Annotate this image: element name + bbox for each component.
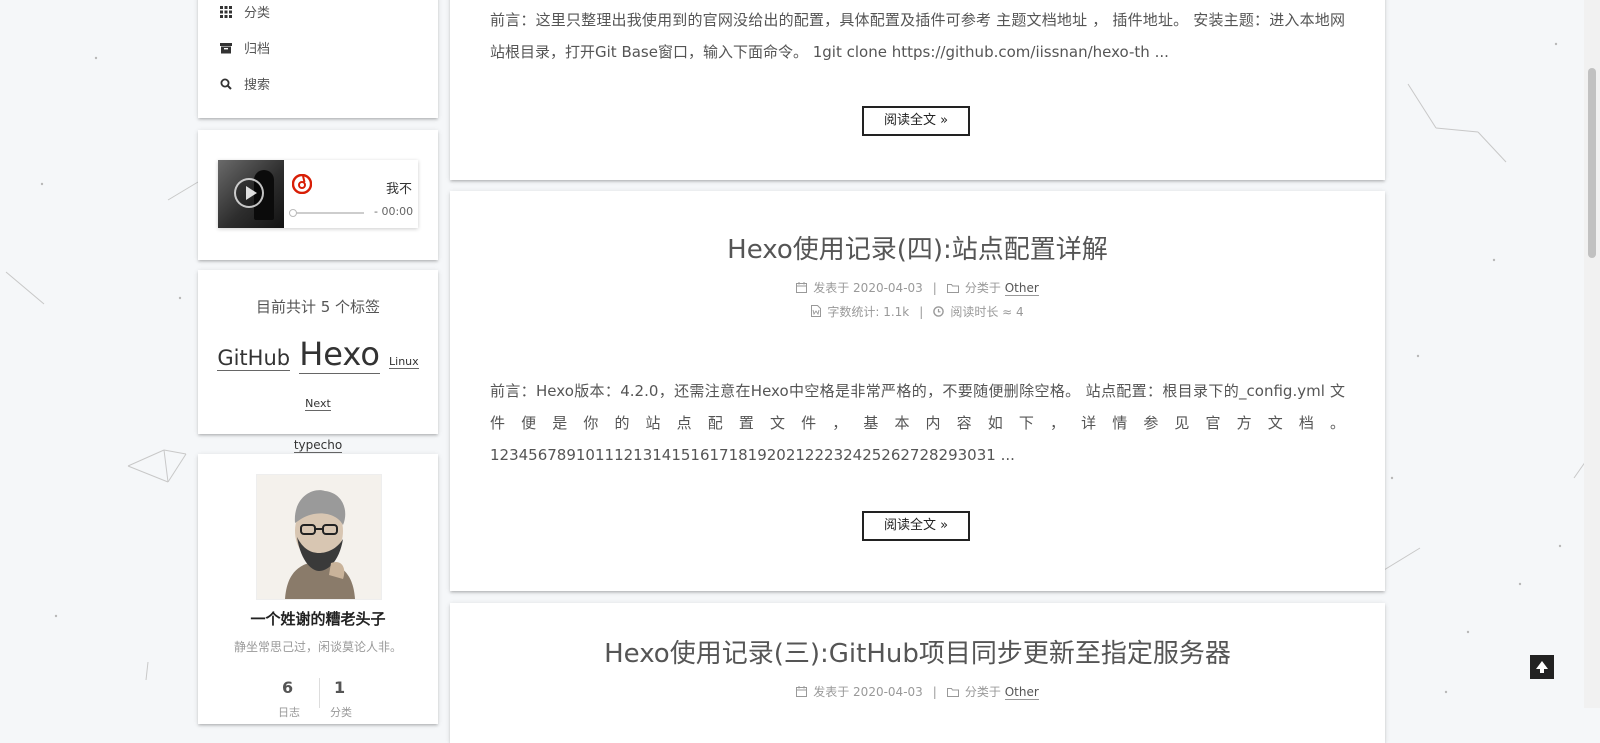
tag-typecho[interactable]: typecho xyxy=(293,438,343,453)
post-category-prefix: 分类于 xyxy=(964,685,1001,699)
post-excerpt: 前言：这里只整理出我使用到的官网没给出的配置，具体配置及插件可参考 主题文档地址… xyxy=(490,11,1345,61)
post-category-link[interactable]: Other xyxy=(1004,685,1039,700)
tag-next[interactable]: Next xyxy=(305,397,331,411)
progress-bar[interactable] xyxy=(289,209,364,217)
sidebar-item-archives[interactable]: 归档 xyxy=(220,38,270,57)
post-category-prefix: 分类于 xyxy=(964,281,1001,295)
clock-icon xyxy=(933,306,945,317)
post-meta: 发表于 2020-04-03 | 分类于 Other xyxy=(450,279,1385,296)
post-title[interactable]: Hexo使用记录(四):站点配置详解 xyxy=(450,229,1385,266)
post-date: 发表于 2020-04-03 xyxy=(813,685,923,699)
post-card: 前言：这里只整理出我使用到的官网没给出的配置，具体配置及插件可参考 主题文档地址… xyxy=(450,0,1385,180)
album-cover xyxy=(218,160,284,228)
music-player-widget: 我不 - 00:00 xyxy=(198,130,438,260)
sidebar-item-label: 搜索 xyxy=(244,78,271,93)
post-category-link[interactable]: Other xyxy=(1004,281,1039,296)
progress-knob[interactable] xyxy=(289,209,297,217)
categories-count[interactable]: 1 xyxy=(334,678,345,697)
search-icon xyxy=(220,78,232,90)
sidebar-item-label: 归档 xyxy=(244,42,271,57)
avatar xyxy=(256,474,382,600)
netease-music-logo xyxy=(292,174,312,194)
folder-icon xyxy=(946,688,959,697)
music-player: 我不 - 00:00 xyxy=(218,160,418,228)
tag-linux[interactable]: Linux xyxy=(389,355,419,369)
archive-icon xyxy=(220,42,232,53)
post-excerpt: 前言：Hexo版本：4.2.0，还需注意在Hexo中空格是非常严格的，不要随便删… xyxy=(490,382,1345,464)
posts-count[interactable]: 6 xyxy=(282,678,293,697)
read-more-button[interactable]: 阅读全文 » xyxy=(862,106,970,136)
author-motto: 静坐常思己过，闲谈莫论人非。 xyxy=(233,640,402,654)
tag-hexo[interactable]: Hexo xyxy=(299,335,380,374)
tag-github[interactable]: GitHub xyxy=(217,346,291,371)
post-word-count: 字数统计: 1.1k xyxy=(827,305,910,319)
folder-icon xyxy=(946,284,959,293)
tag-count: 目前共计 5 个标签 xyxy=(255,298,381,316)
post-title[interactable]: Hexo使用记录(三):GitHub项目同步更新至指定服务器 xyxy=(450,633,1385,670)
tag-cloud: GitHub Hexo Linux Next typecho xyxy=(206,334,430,465)
post-card: Hexo使用记录(三):GitHub项目同步更新至指定服务器 发表于 2020-… xyxy=(450,603,1385,743)
sidebar-item-categories[interactable]: 分类 xyxy=(220,2,270,21)
sidebar-menu: 分类 归档 搜索 xyxy=(198,0,438,118)
playback-time: - 00:00 xyxy=(374,205,414,218)
author-widget: 一个姓谢的糟老头子 静坐常思己过，闲谈莫论人非。 6 1 日志 分类 xyxy=(198,454,438,724)
post-card: Hexo使用记录(四):站点配置详解 发表于 2020-04-03 | 分类于 Ot… xyxy=(450,191,1385,591)
calendar-icon xyxy=(796,282,808,293)
back-to-top-button[interactable] xyxy=(1530,655,1554,679)
file-word-icon xyxy=(811,305,822,317)
calendar-icon xyxy=(796,686,808,697)
song-title: 我不 xyxy=(386,182,413,197)
stat-divider xyxy=(319,678,320,708)
scrollbar-thumb[interactable] xyxy=(1588,68,1596,258)
posts-label: 日志 xyxy=(278,706,300,719)
post-reading-time: 阅读时长 ≈ 4 xyxy=(950,305,1024,319)
post-date: 发表于 2020-04-03 xyxy=(813,281,923,295)
sidebar-item-label: 分类 xyxy=(244,6,271,21)
tag-cloud-widget: 目前共计 5 个标签 GitHub Hexo Linux Next typech… xyxy=(198,270,438,453)
post-meta: 发表于 2020-04-03 | 分类于 Other xyxy=(450,683,1385,700)
sidebar-item-search[interactable]: 搜索 xyxy=(220,74,270,93)
read-more-button[interactable]: 阅读全文 » xyxy=(862,511,970,541)
play-button[interactable] xyxy=(234,178,264,208)
post-stats: 字数统计: 1.1k | 阅读时长 ≈ 4 xyxy=(450,303,1385,320)
author-name: 一个姓谢的糟老头子 xyxy=(250,610,386,628)
page-scrollbar[interactable] xyxy=(1584,0,1600,708)
grid-icon xyxy=(220,5,232,18)
categories-label: 分类 xyxy=(330,706,352,719)
